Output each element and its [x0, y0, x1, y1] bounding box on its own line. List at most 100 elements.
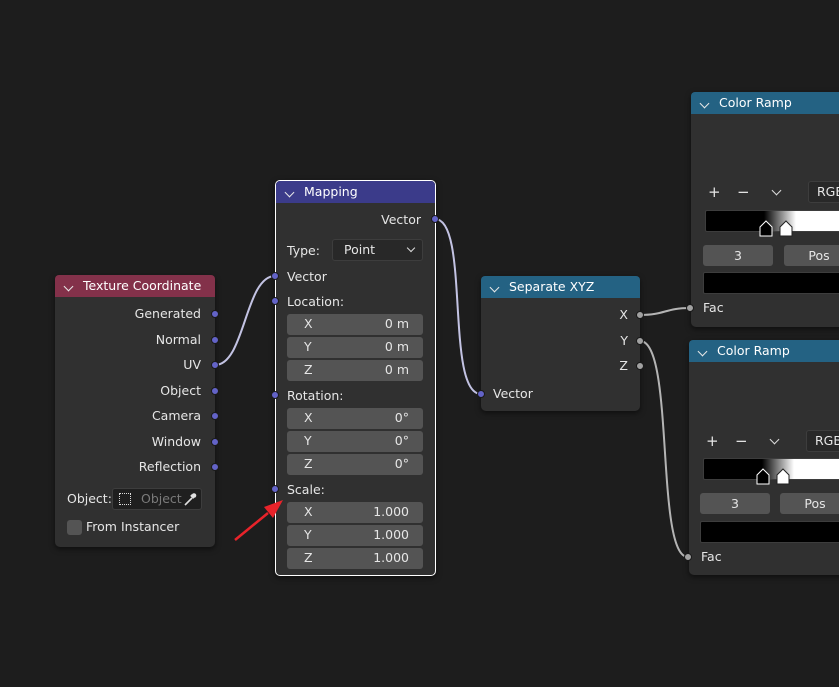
axis-label: X: [304, 504, 313, 519]
socket-separate-y[interactable]: [636, 337, 644, 345]
input-vector-label: Vector: [493, 386, 533, 401]
socket-mapping-scale[interactable]: [271, 485, 279, 493]
scale-label: Scale:: [287, 482, 325, 497]
stop-position-field[interactable]: Pos: [784, 245, 839, 266]
socket-color-ramp-1-fac[interactable]: [686, 304, 694, 312]
field-value: 1.000: [373, 504, 409, 519]
location-x-field[interactable]: X 0 m: [287, 314, 423, 335]
input-fac-label: Fac: [703, 300, 724, 315]
node-title: Color Ramp: [719, 95, 792, 110]
socket-normal[interactable]: [211, 336, 219, 344]
axis-label: X: [304, 410, 313, 425]
scale-fields: X 1.000 Y 1.000 Z 1.000: [287, 502, 423, 570]
output-uv: UV: [183, 357, 201, 372]
color-stop-handle-white[interactable]: [779, 220, 793, 237]
color-mode-value: RGB: [817, 184, 839, 199]
color-ramp-header[interactable]: Color Ramp: [689, 340, 839, 362]
color-mode-dropdown[interactable]: RGB: [806, 430, 839, 452]
socket-mapping-output-vector[interactable]: [431, 215, 439, 223]
remove-stop-button[interactable]: −: [737, 184, 750, 200]
type-value: Point: [344, 242, 376, 257]
texture-coordinate-node[interactable]: Texture Coordinate Generated Normal UV O…: [55, 275, 215, 547]
output-camera: Camera: [151, 408, 201, 423]
socket-separate-x[interactable]: [636, 311, 644, 319]
active-stop-index-field[interactable]: 3: [703, 245, 773, 266]
mapping-node[interactable]: Mapping Vector Type: Point Vector Locati…: [275, 180, 436, 576]
output-generated: Generated: [134, 306, 201, 321]
stop-color-swatch[interactable]: [700, 521, 839, 543]
color-mode-dropdown[interactable]: RGB: [808, 181, 839, 203]
input-vector-label: Vector: [287, 269, 327, 284]
rotation-y-field[interactable]: Y 0°: [287, 431, 423, 452]
color-stop-handle-white[interactable]: [776, 468, 790, 485]
add-stop-button[interactable]: +: [708, 184, 721, 200]
color-ramp-header[interactable]: Color Ramp: [691, 92, 839, 114]
field-value: 0 m: [384, 339, 409, 354]
texture-coordinate-header[interactable]: Texture Coordinate: [55, 275, 215, 297]
remove-stop-button[interactable]: −: [735, 433, 748, 449]
output-y: Y: [620, 333, 628, 348]
output-reflection: Reflection: [138, 459, 201, 474]
socket-camera[interactable]: [211, 412, 219, 420]
color-ramp-node-1[interactable]: Color Ramp + − RGB 3 Pos Fac: [691, 92, 839, 327]
axis-label: X: [304, 316, 313, 331]
field-value: 1.000: [373, 550, 409, 565]
type-label: Type:: [287, 243, 320, 258]
collapse-chevron-icon[interactable]: [489, 282, 500, 293]
wire-y-to-color-ramp-2: [639, 340, 689, 558]
active-stop-index-field[interactable]: 3: [700, 493, 770, 514]
rotation-x-field[interactable]: X 0°: [287, 408, 423, 429]
socket-color-ramp-2-fac[interactable]: [684, 553, 692, 561]
rotation-z-field[interactable]: Z 0°: [287, 454, 423, 475]
socket-window[interactable]: [211, 438, 219, 446]
stop-position-field[interactable]: Pos: [780, 493, 839, 514]
socket-mapping-location[interactable]: [271, 297, 279, 305]
collapse-chevron-icon[interactable]: [63, 281, 74, 292]
socket-generated[interactable]: [211, 310, 219, 318]
color-stop-handle-black[interactable]: [759, 220, 773, 237]
object-cube-icon: [119, 493, 131, 505]
add-stop-button[interactable]: +: [706, 433, 719, 449]
wire-uv-to-mapping-vector: [214, 275, 276, 366]
output-window: Window: [151, 434, 201, 449]
eyedropper-icon[interactable]: [183, 492, 197, 507]
separate-xyz-header[interactable]: Separate XYZ: [481, 276, 640, 298]
stop-color-swatch[interactable]: [703, 272, 839, 294]
socket-separate-input-vector[interactable]: [477, 390, 485, 398]
chevron-down-icon[interactable]: [769, 434, 780, 445]
field-value: 0 m: [384, 316, 409, 331]
color-ramp-gradient[interactable]: [703, 458, 839, 480]
socket-separate-z[interactable]: [636, 362, 644, 370]
chevron-down-icon[interactable]: [771, 185, 782, 196]
node-title: Separate XYZ: [509, 279, 595, 294]
separate-xyz-node[interactable]: Separate XYZ X Y Z Vector: [481, 276, 640, 411]
socket-reflection[interactable]: [211, 463, 219, 471]
location-z-field[interactable]: Z 0 m: [287, 360, 423, 381]
color-stop-handle-black[interactable]: [756, 468, 770, 485]
color-ramp-node-2[interactable]: Color Ramp + − RGB 3 Pos Fac: [689, 340, 839, 575]
collapse-chevron-icon[interactable]: [284, 187, 295, 198]
socket-mapping-rotation[interactable]: [271, 391, 279, 399]
scale-z-field[interactable]: Z 1.000: [287, 548, 423, 569]
node-title: Mapping: [304, 184, 358, 199]
type-dropdown[interactable]: Point: [332, 239, 423, 261]
from-instancer-checkbox[interactable]: [67, 520, 82, 535]
field-value: 1.000: [373, 527, 409, 542]
location-y-field[interactable]: Y 0 m: [287, 337, 423, 358]
socket-uv[interactable]: [211, 361, 219, 369]
location-label: Location:: [287, 294, 345, 309]
mapping-header[interactable]: Mapping: [276, 181, 435, 203]
axis-label: Z: [304, 456, 313, 471]
socket-object[interactable]: [211, 387, 219, 395]
object-picker-field[interactable]: Object: [112, 488, 202, 510]
wire-mapping-to-separate-xyz: [434, 218, 482, 395]
collapse-chevron-icon[interactable]: [699, 98, 710, 109]
axis-label: Y: [304, 433, 312, 448]
node-title: Color Ramp: [717, 343, 790, 358]
axis-label: Y: [304, 527, 312, 542]
collapse-chevron-icon[interactable]: [697, 346, 708, 357]
location-fields: X 0 m Y 0 m Z 0 m: [287, 314, 423, 382]
scale-y-field[interactable]: Y 1.000: [287, 525, 423, 546]
socket-mapping-input-vector[interactable]: [271, 272, 279, 280]
scale-x-field[interactable]: X 1.000: [287, 502, 423, 523]
